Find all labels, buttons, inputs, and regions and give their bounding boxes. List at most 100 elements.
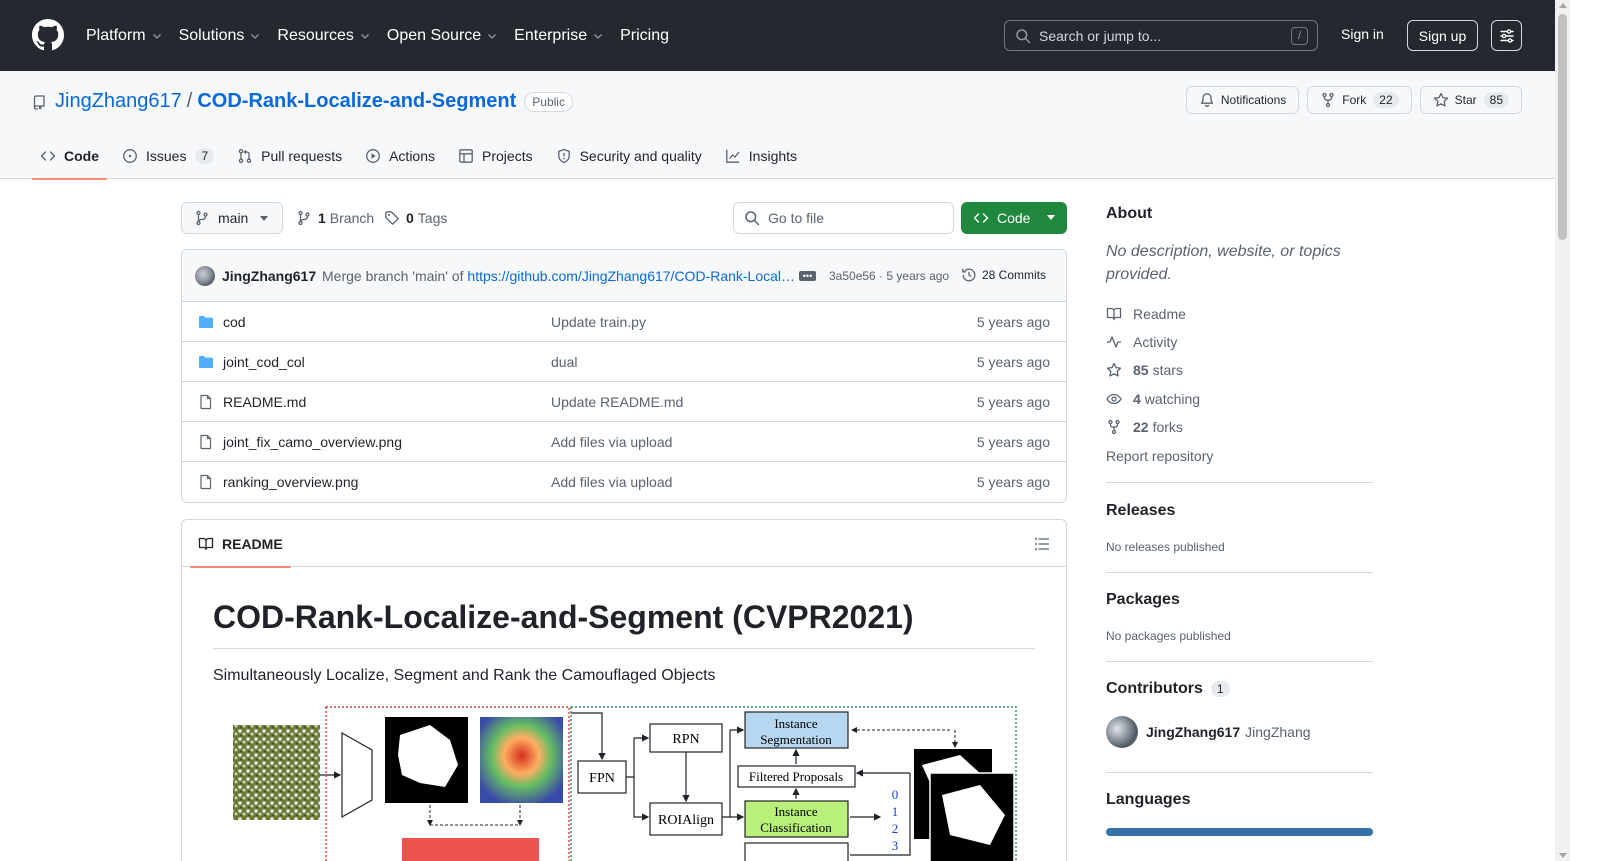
- tab-security[interactable]: Security and quality: [548, 133, 710, 179]
- github-logo-icon[interactable]: [32, 19, 64, 51]
- star-button[interactable]: Star 85: [1419, 86, 1522, 114]
- commits-history-link[interactable]: 28 Commits: [961, 267, 1046, 283]
- repo-name-link[interactable]: COD-Rank-Localize-and-Segment: [197, 90, 516, 113]
- scrollbar-thumb[interactable]: [1558, 14, 1567, 240]
- watchers-link[interactable]: 4 watching: [1106, 391, 1200, 407]
- file-row[interactable]: joint_fix_camo_overview.png Add files vi…: [182, 422, 1066, 462]
- scroll-down-arrow[interactable]: [1559, 853, 1567, 858]
- bell-icon: [1200, 93, 1213, 107]
- tab-issues-label: Issues: [146, 148, 187, 164]
- file-commit-date: 5 years ago: [976, 314, 1050, 330]
- branches-link[interactable]: 1 Branch: [296, 210, 374, 226]
- encoder-block: [341, 731, 373, 819]
- go-to-file-input[interactable]: Go to file: [733, 202, 954, 234]
- file-name[interactable]: joint_fix_camo_overview.png: [223, 434, 402, 450]
- file-row[interactable]: joint_cod_col dual 5 years ago: [182, 342, 1066, 382]
- readme-tab[interactable]: README: [190, 520, 291, 568]
- nav-resources[interactable]: Resources: [277, 27, 370, 45]
- input-image: [233, 725, 320, 820]
- search-icon: [1016, 28, 1031, 43]
- readme-link[interactable]: Readme: [1106, 306, 1186, 322]
- fork-count: 22: [1373, 92, 1399, 108]
- page-scrollbar[interactable]: [1555, 0, 1570, 861]
- repo-forked-icon: [1108, 419, 1120, 435]
- star-label: Star: [1454, 93, 1477, 107]
- chevron-down-icon: [360, 33, 369, 39]
- nav-open-source[interactable]: Open Source: [387, 27, 498, 45]
- code-dropdown-button[interactable]: Code: [961, 202, 1067, 234]
- current-branch-label: main: [218, 210, 249, 226]
- file-icon: [200, 474, 212, 490]
- fork-button[interactable]: Fork 22: [1307, 86, 1412, 114]
- latest-commit-bar: JingZhang617 Merge branch 'main' of http…: [182, 250, 1066, 302]
- file-commit-message[interactable]: Update train.py: [551, 314, 646, 330]
- commit-author-avatar[interactable]: [195, 266, 215, 286]
- tab-code-label: Code: [64, 148, 99, 164]
- contributors-heading[interactable]: Contributors 1: [1106, 680, 1230, 698]
- nav-pricing[interactable]: Pricing: [620, 27, 669, 45]
- nav-open-source-label: Open Source: [386, 26, 482, 44]
- tab-issues[interactable]: Issues 7: [114, 133, 222, 179]
- activity-link[interactable]: Activity: [1106, 334, 1177, 350]
- report-repository-link[interactable]: Report repository: [1106, 448, 1213, 464]
- nav-enterprise-label: Enterprise: [514, 26, 588, 44]
- file-row[interactable]: README.md Update README.md 5 years ago: [182, 382, 1066, 422]
- contributor-name: JingZhang: [1245, 724, 1311, 740]
- commit-sha-time[interactable]: 3a50e56 · 5 years ago: [829, 269, 949, 283]
- global-nav: Platform Solutions Resources Open Source…: [86, 0, 685, 71]
- file-name[interactable]: joint_cod_col: [223, 354, 305, 370]
- nav-solutions[interactable]: Solutions: [179, 27, 262, 45]
- caret-down-icon: [1047, 215, 1055, 220]
- file-name[interactable]: README.md: [223, 394, 306, 410]
- expand-commit-message-button[interactable]: •••: [799, 271, 816, 281]
- commit-message-link[interactable]: https://github.com/JingZhang617/COD-Rank…: [467, 268, 795, 284]
- file-name[interactable]: ranking_overview.png: [223, 474, 358, 490]
- tab-projects[interactable]: Projects: [450, 133, 541, 179]
- stars-link[interactable]: 85 stars: [1106, 362, 1183, 378]
- tab-actions[interactable]: Actions: [357, 133, 443, 179]
- tab-code[interactable]: Code: [32, 133, 107, 180]
- avatar: [1106, 716, 1138, 748]
- global-search-input[interactable]: Search or jump to... /: [1004, 20, 1318, 51]
- releases-note: No releases published: [1106, 540, 1225, 554]
- file-row[interactable]: ranking_overview.png Add files via uploa…: [182, 462, 1066, 502]
- readme-link-label: Readme: [1133, 306, 1186, 322]
- packages-heading[interactable]: Packages: [1106, 591, 1180, 609]
- nav-solutions-label: Solutions: [178, 26, 245, 44]
- file-commit-message[interactable]: Update README.md: [551, 394, 683, 410]
- languages-heading: Languages: [1106, 791, 1191, 808]
- scroll-up-arrow[interactable]: [1559, 3, 1567, 8]
- contributor-item[interactable]: JingZhang617 JingZhang: [1106, 716, 1311, 748]
- tab-insights[interactable]: Insights: [717, 133, 805, 179]
- tab-pull-requests[interactable]: Pull requests: [229, 133, 350, 179]
- notifications-button[interactable]: Notifications: [1185, 86, 1300, 114]
- table-of-contents-icon[interactable]: [1034, 536, 1050, 552]
- options-menu-button[interactable]: [1491, 20, 1522, 51]
- eye-icon: [1106, 393, 1122, 405]
- forks-count: 22: [1133, 419, 1149, 435]
- nav-platform[interactable]: Platform: [86, 27, 163, 45]
- nav-enterprise[interactable]: Enterprise: [514, 27, 604, 45]
- file-commit-date: 5 years ago: [976, 354, 1050, 370]
- releases-heading[interactable]: Releases: [1106, 502, 1175, 520]
- inst-seg-label-2: Segmentation: [760, 732, 832, 747]
- branch-select-button[interactable]: main: [181, 202, 283, 234]
- stars-label: stars: [1152, 362, 1183, 378]
- file-commit-message[interactable]: dual: [551, 354, 577, 370]
- git-branch-icon: [298, 210, 310, 226]
- file-name[interactable]: cod: [223, 314, 246, 330]
- tab-insights-label: Insights: [748, 148, 798, 164]
- sign-up-button[interactable]: Sign up: [1407, 20, 1478, 51]
- rank-0: 0: [892, 787, 899, 802]
- sign-in-link[interactable]: Sign in: [1341, 26, 1384, 42]
- commit-author-link[interactable]: JingZhang617: [222, 268, 316, 284]
- file-commit-message[interactable]: Add files via upload: [551, 434, 672, 450]
- tags-link[interactable]: 0 Tags: [384, 210, 447, 226]
- file-toolbar: main 1 Branch 0 Tags Go to file Code: [181, 202, 1067, 234]
- table-icon: [459, 149, 473, 163]
- commit-message-prefix: Merge branch 'main' of: [322, 268, 468, 284]
- file-row[interactable]: cod Update train.py 5 years ago: [182, 302, 1066, 342]
- forks-link[interactable]: 22 forks: [1106, 419, 1183, 435]
- repo-owner-link[interactable]: JingZhang617: [55, 90, 182, 113]
- file-commit-message[interactable]: Add files via upload: [551, 474, 672, 490]
